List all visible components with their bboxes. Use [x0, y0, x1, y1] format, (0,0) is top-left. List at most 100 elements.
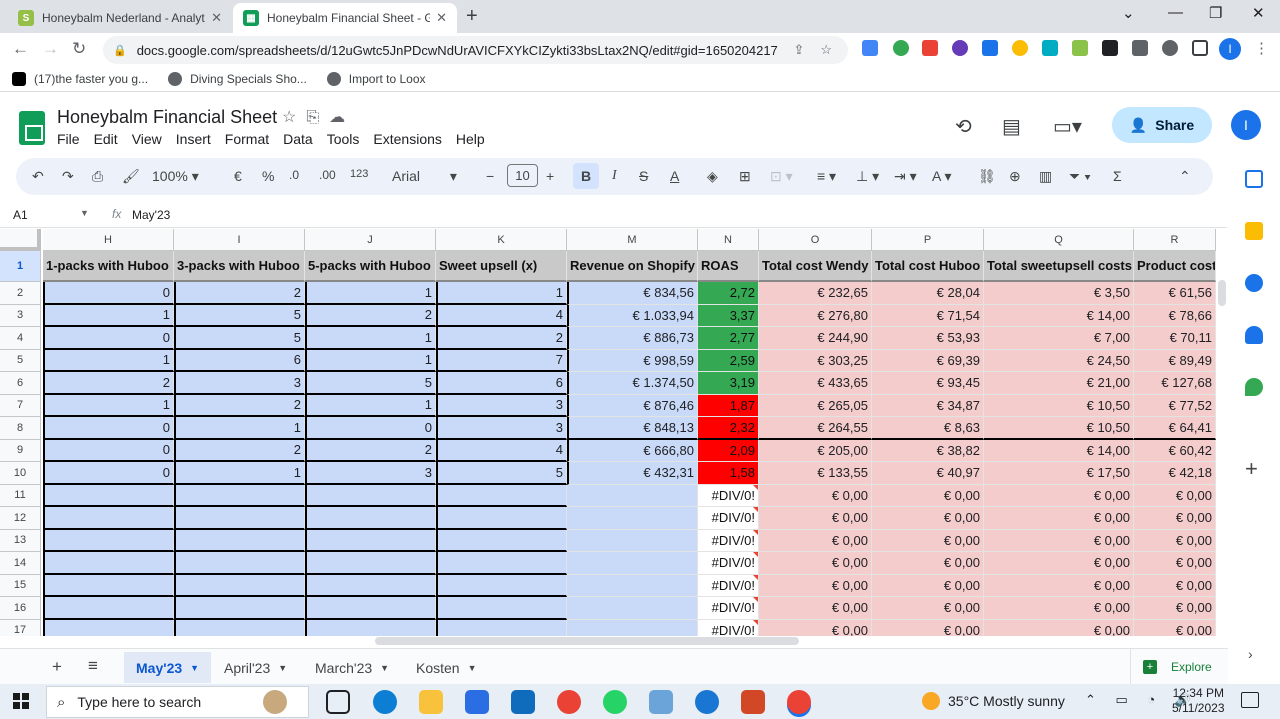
increase-decimal-button[interactable]: .00 [319, 168, 336, 182]
header-cell[interactable]: 5-packs with Huboo [305, 251, 436, 282]
all-sheets-icon[interactable]: ≡ [88, 656, 98, 676]
formula-input[interactable]: May'23 [132, 208, 170, 222]
table-cell[interactable]: 7 [436, 349, 567, 372]
table-cell[interactable]: 2 [305, 439, 436, 462]
clock[interactable]: 12:34 PM 5/11/2023 [1172, 686, 1225, 716]
name-box-dropdown-icon[interactable]: ▼ [80, 208, 89, 218]
sheet-menu-icon[interactable]: ▼ [468, 663, 477, 673]
cloud-saved-icon[interactable]: ☁ [329, 109, 355, 126]
extension-icon[interactable] [1012, 40, 1028, 56]
table-cell[interactable]: 6 [174, 349, 305, 372]
table-cell[interactable]: € 89,49 [1134, 349, 1216, 372]
horizontal-align-icon[interactable]: ≡ ▾ [817, 168, 836, 185]
roas-cell[interactable]: 2,59 [698, 349, 759, 372]
table-cell[interactable]: € 0,00 [1134, 552, 1216, 575]
table-cell[interactable]: € 0,00 [872, 619, 984, 636]
maps-icon[interactable] [1245, 378, 1263, 396]
table-cell[interactable]: € 886,73 [567, 327, 698, 350]
windows-start-icon[interactable] [13, 693, 29, 709]
text-rotation-icon[interactable]: A ▾ [932, 168, 951, 185]
table-cell[interactable]: € 1.033,94 [567, 304, 698, 327]
sheet-tab-march[interactable]: March'23 ▼ [303, 652, 401, 683]
table-cell[interactable] [43, 507, 174, 530]
table-cell[interactable]: 2 [174, 282, 305, 305]
tasks-icon[interactable] [1245, 274, 1263, 292]
add-addon-icon[interactable]: + [1245, 456, 1258, 482]
roas-cell[interactable]: 1,87 [698, 394, 759, 417]
table-cell[interactable]: € 0,00 [759, 507, 872, 530]
table-cell[interactable]: 2 [305, 304, 436, 327]
table-cell[interactable] [567, 507, 698, 530]
table-cell[interactable]: 1 [305, 327, 436, 350]
table-cell[interactable] [174, 574, 305, 597]
table-cell[interactable]: € 0,00 [872, 574, 984, 597]
table-cell[interactable]: € 38,82 [872, 439, 984, 462]
file-explorer-icon[interactable] [419, 690, 443, 714]
roas-cell[interactable]: #DIV/0! [698, 597, 759, 620]
roas-cell[interactable]: #DIV/0! [698, 574, 759, 597]
table-cell[interactable]: € 0,00 [984, 597, 1134, 620]
sheets-logo-icon[interactable] [19, 111, 45, 145]
table-cell[interactable]: € 205,00 [759, 439, 872, 462]
collapse-toolbar-icon[interactable]: ⌃ [1179, 168, 1191, 185]
table-cell[interactable]: € 42,18 [1134, 462, 1216, 485]
column-header[interactable]: J [305, 229, 436, 251]
bookmark-item[interactable]: Diving Specials Sho... [168, 71, 307, 86]
table-cell[interactable]: € 0,00 [1134, 507, 1216, 530]
text-wrapping-icon[interactable]: ⇥ ▾ [894, 168, 917, 185]
extension-icon[interactable] [952, 40, 968, 56]
table-cell[interactable]: € 0,00 [872, 484, 984, 507]
mail-icon[interactable] [511, 690, 535, 714]
table-cell[interactable] [43, 574, 174, 597]
table-cell[interactable] [567, 597, 698, 620]
version-history-icon[interactable]: ⟲ [955, 114, 972, 139]
table-cell[interactable]: 1 [174, 417, 305, 440]
table-cell[interactable] [174, 529, 305, 552]
table-cell[interactable] [174, 619, 305, 636]
more-formats-button[interactable]: 123 [350, 168, 368, 180]
task-view-icon[interactable] [326, 690, 350, 714]
table-cell[interactable] [305, 574, 436, 597]
row-header[interactable]: 12 [0, 507, 41, 530]
redo-icon[interactable]: ↷ [62, 168, 74, 185]
zoom-app-icon[interactable] [695, 690, 719, 714]
menu-extensions[interactable]: Extensions [373, 131, 441, 147]
store-icon[interactable] [465, 690, 489, 714]
table-cell[interactable]: € 8,63 [872, 417, 984, 440]
currency-format-button[interactable]: € [234, 168, 242, 184]
table-cell[interactable] [43, 529, 174, 552]
header-cell[interactable]: Product cost [1134, 251, 1216, 282]
header-cell[interactable]: Total cost Huboo [872, 251, 984, 282]
table-cell[interactable] [567, 484, 698, 507]
menu-data[interactable]: Data [283, 131, 313, 147]
sheet-menu-icon[interactable]: ▼ [278, 663, 287, 673]
table-cell[interactable]: 1 [43, 394, 174, 417]
table-cell[interactable]: € 0,00 [872, 507, 984, 530]
column-header[interactable]: N [698, 229, 759, 251]
table-cell[interactable]: 1 [43, 304, 174, 327]
table-cell[interactable]: € 17,50 [984, 462, 1134, 485]
notifications-icon[interactable] [1241, 692, 1259, 708]
table-cell[interactable]: € 64,41 [1134, 417, 1216, 440]
table-cell[interactable] [436, 619, 567, 636]
table-cell[interactable]: € 61,56 [1134, 282, 1216, 305]
comments-icon[interactable]: ▤ [1002, 114, 1021, 139]
roas-cell[interactable]: 2,72 [698, 282, 759, 305]
decrease-decimal-button[interactable]: .0 [289, 168, 299, 182]
table-cell[interactable]: € 0,00 [872, 597, 984, 620]
row-header[interactable]: 4 [0, 327, 41, 350]
strikethrough-icon[interactable]: S [639, 168, 648, 184]
bookmark-item[interactable]: (17)the faster you g... [12, 71, 148, 86]
table-cell[interactable]: € 276,80 [759, 304, 872, 327]
table-cell[interactable]: € 0,00 [1134, 574, 1216, 597]
extension-icon[interactable] [1042, 40, 1058, 56]
menu-file[interactable]: File [57, 131, 80, 147]
table-cell[interactable] [436, 529, 567, 552]
row-header[interactable]: 7 [0, 394, 41, 417]
show-side-panel-icon[interactable]: › [1248, 646, 1253, 662]
table-cell[interactable]: 1 [436, 282, 567, 305]
table-cell[interactable]: € 53,93 [872, 327, 984, 350]
sheet-menu-icon[interactable]: ▼ [190, 663, 199, 673]
header-cell[interactable]: Total cost Wendy [759, 251, 872, 282]
row-header[interactable]: 9 [0, 439, 41, 462]
